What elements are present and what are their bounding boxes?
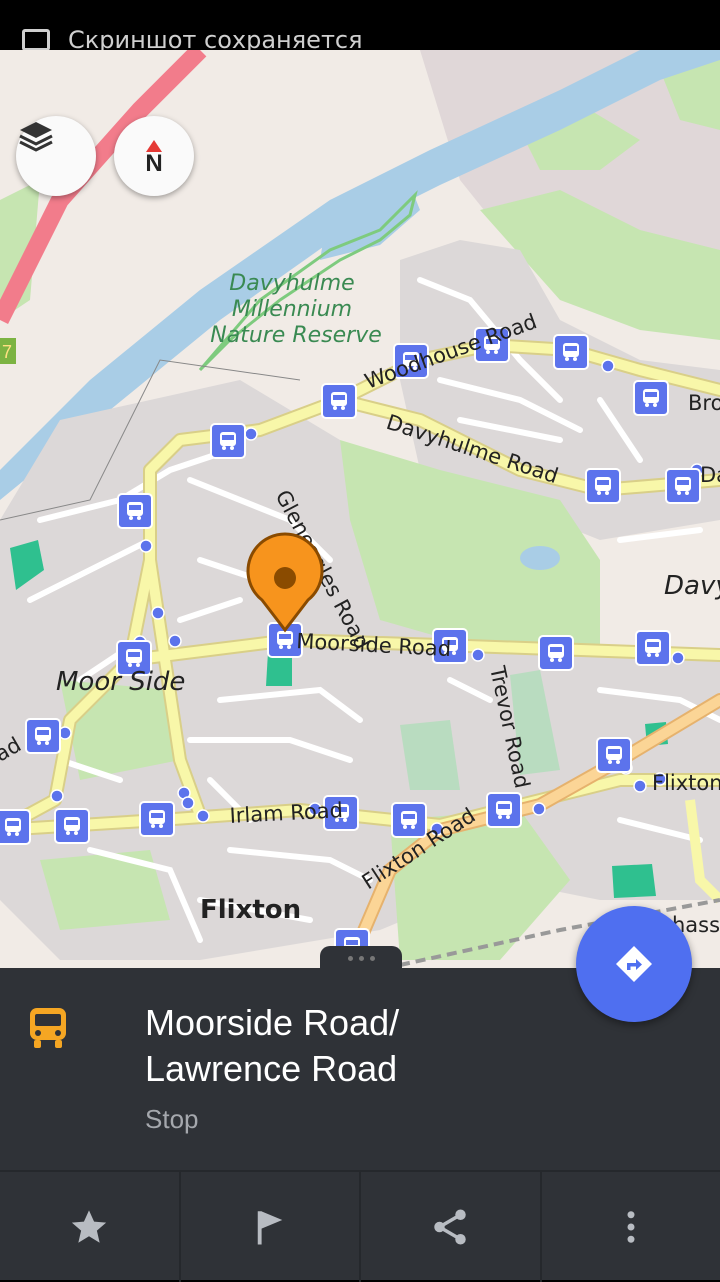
label-flixton: Flixton bbox=[200, 895, 301, 925]
image-icon bbox=[22, 29, 50, 50]
flag-icon bbox=[249, 1206, 291, 1248]
label-davy: Davy bbox=[664, 571, 720, 601]
layers-icon bbox=[16, 116, 56, 156]
flag-button[interactable] bbox=[179, 1172, 360, 1282]
label-reserve-2: Millennium bbox=[232, 297, 352, 322]
poi-title-line2: Lawrence Road bbox=[145, 1046, 605, 1092]
compass-button[interactable]: N bbox=[114, 116, 194, 196]
notification: Скриншот сохраняется bbox=[22, 26, 363, 50]
label-dav-right: Dav bbox=[700, 463, 720, 487]
status-bar: Скриншот сохраняется bbox=[0, 0, 720, 50]
map-canvas: Davyhulme Millennium Nature Reserve Wood… bbox=[0, 50, 720, 968]
share-icon bbox=[429, 1206, 471, 1248]
label-reserve-3: Nature Reserve bbox=[210, 323, 382, 348]
notification-text: Скриншот сохраняется bbox=[68, 26, 363, 50]
layers-button[interactable] bbox=[16, 116, 96, 196]
compass-label: N bbox=[145, 152, 162, 176]
poi-title-line1: Moorside Road/ bbox=[145, 1000, 605, 1046]
share-button[interactable] bbox=[359, 1172, 540, 1282]
more-button[interactable] bbox=[540, 1172, 720, 1282]
label-reserve-1: Davyhulme bbox=[229, 271, 354, 296]
map-view[interactable]: Davyhulme Millennium Nature Reserve Wood… bbox=[0, 50, 720, 968]
poi-type: Stop bbox=[145, 1104, 199, 1135]
directions-icon bbox=[612, 942, 656, 986]
bus-icon bbox=[28, 1006, 68, 1050]
directions-button[interactable] bbox=[576, 906, 692, 1022]
label-moor-side: Moor Side bbox=[56, 667, 185, 697]
drag-handle[interactable] bbox=[320, 946, 402, 970]
action-bar bbox=[0, 1170, 720, 1282]
label-bro: Bro bbox=[688, 391, 720, 415]
more-vertical-icon bbox=[610, 1206, 652, 1248]
label-flixton-east: Flixton bbox=[652, 771, 720, 795]
poi-title: Moorside Road/ Lawrence Road bbox=[145, 1000, 605, 1092]
label-route-number: 7 bbox=[2, 342, 12, 362]
star-icon bbox=[68, 1206, 110, 1248]
favorite-button[interactable] bbox=[0, 1172, 179, 1282]
